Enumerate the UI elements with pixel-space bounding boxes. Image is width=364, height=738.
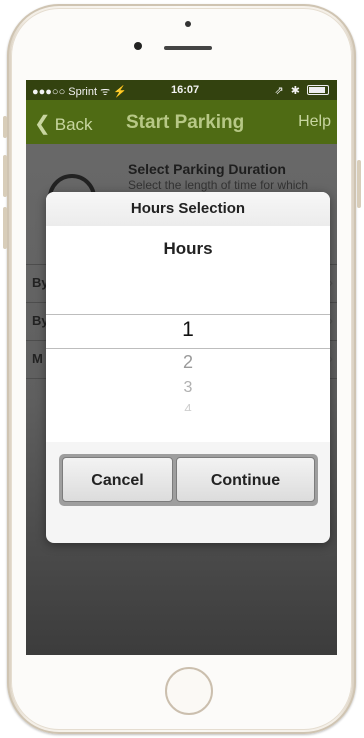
- nav-bar: ❮ Back Start Parking Help: [26, 100, 337, 144]
- volume-up-button: [3, 155, 7, 197]
- hours-picker[interactable]: Hours 1 2 3 4: [46, 226, 330, 442]
- picker-selection-bottom-line: [46, 348, 330, 349]
- cancel-button[interactable]: Cancel: [62, 457, 173, 502]
- clock: 16:07: [171, 84, 200, 96]
- battery-icon: [307, 85, 329, 95]
- app-screen: ●●●○○ Sprint ᯤ ⚡ 16:07 ⇗ ✱ ❮ Back Start P…: [26, 80, 337, 655]
- picker-option[interactable]: 3: [46, 379, 330, 397]
- page-title: Start Parking: [126, 112, 245, 133]
- back-button[interactable]: ❮ Back: [34, 111, 93, 136]
- mute-switch: [3, 116, 7, 138]
- earpiece-speaker: [164, 46, 212, 50]
- power-button: [357, 160, 361, 208]
- proximity-sensor: [185, 21, 191, 27]
- picker-option-selected[interactable]: 1: [46, 318, 330, 342]
- picker-option[interactable]: 4: [46, 401, 330, 411]
- hours-selection-dialog: Hours Selection Hours 1 2 3 4 Cancel Con…: [46, 192, 330, 543]
- picker-option[interactable]: 2: [46, 352, 330, 373]
- section-title: Select Parking Duration: [128, 161, 286, 177]
- picker-label: Hours: [163, 239, 213, 258]
- volume-down-button: [3, 207, 7, 249]
- section-subtitle: Select the length of time for which: [128, 178, 309, 192]
- dialog-button-bar: Cancel Continue: [59, 454, 318, 506]
- status-right-icons: ⇗ ✱: [274, 85, 302, 97]
- chevron-left-icon: ❮: [34, 113, 51, 135]
- carrier-label: ●●●○○ Sprint ᯤ ⚡: [32, 86, 127, 98]
- status-bar: ●●●○○ Sprint ᯤ ⚡ 16:07 ⇗ ✱: [26, 80, 337, 100]
- front-camera-icon: [134, 42, 142, 50]
- list-item-label: M: [32, 351, 43, 366]
- picker-selection-top-line: [46, 314, 330, 315]
- continue-button[interactable]: Continue: [176, 457, 315, 502]
- home-button[interactable]: [165, 667, 213, 715]
- status-icons: ⇗ ✱: [274, 84, 329, 97]
- back-label: Back: [54, 115, 93, 134]
- help-button[interactable]: Help: [298, 113, 331, 131]
- dialog-title: Hours Selection: [46, 192, 330, 227]
